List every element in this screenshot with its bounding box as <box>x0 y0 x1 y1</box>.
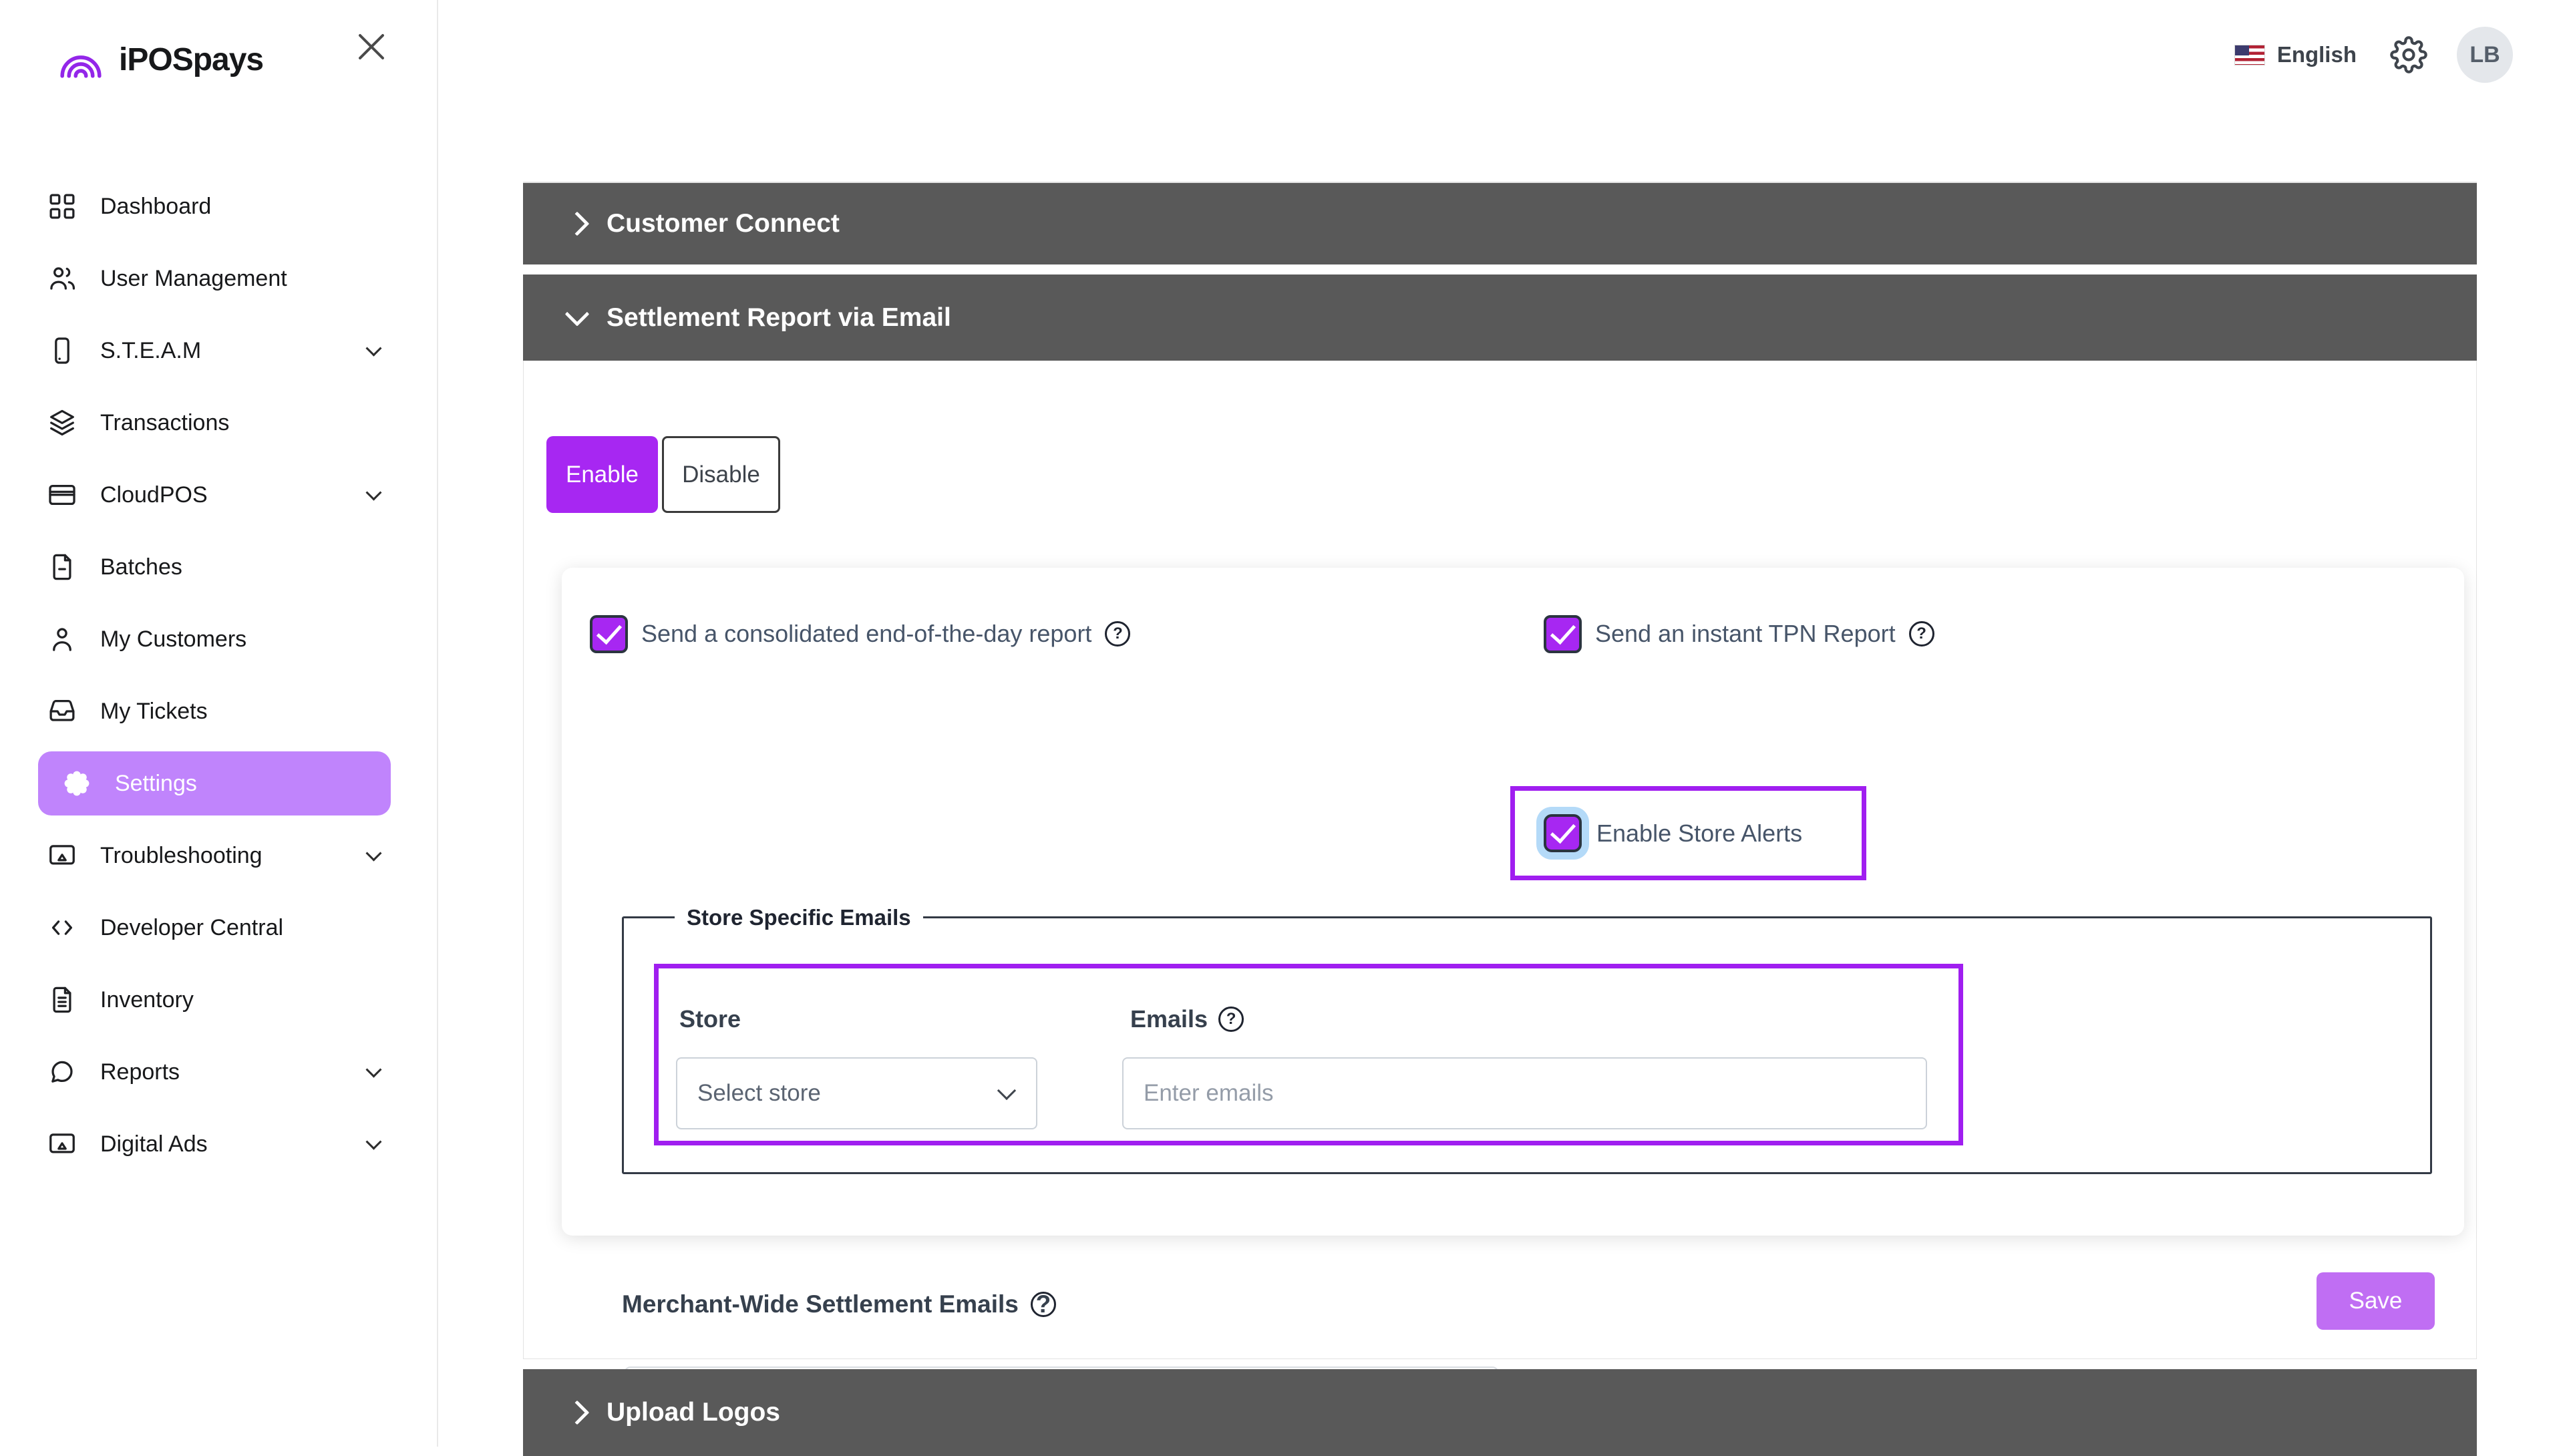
chevron-down-icon <box>365 1133 382 1150</box>
instant-tpn-option: Send an instant TPN Report ? <box>1544 614 1934 653</box>
phone-icon <box>47 335 77 366</box>
gear-icon[interactable] <box>2390 36 2427 73</box>
sidebar-item-batches[interactable]: Batches <box>0 531 438 603</box>
save-button[interactable]: Save <box>2317 1272 2435 1330</box>
settlement-card: Send a consolidated end-of-the-day repor… <box>562 568 2464 1443</box>
enable-store-alerts-highlight: Enable Store Alerts <box>1510 786 1866 880</box>
enable-button[interactable]: Enable <box>546 436 658 513</box>
help-icon[interactable]: ? <box>1218 1007 1244 1032</box>
user-icon <box>47 624 77 655</box>
chevron-right-icon <box>564 1400 590 1425</box>
screen-cast-icon <box>47 1129 77 1159</box>
help-icon[interactable]: ? <box>1030 1290 1056 1318</box>
sidebar-item-settings[interactable]: Settings <box>0 747 438 820</box>
accordion-settlement-report[interactable]: Settlement Report via Email <box>523 275 2477 361</box>
emails-label: Emails ? <box>1130 1005 1244 1033</box>
disable-button[interactable]: Disable <box>662 436 780 513</box>
sidebar-item-transactions[interactable]: Transactions <box>0 387 438 459</box>
instant-tpn-label: Send an instant TPN Report <box>1595 620 1896 647</box>
chevron-down-icon <box>365 484 382 501</box>
brand-name: iPOSpays <box>119 41 264 77</box>
language-selector[interactable]: English <box>2234 42 2357 67</box>
store-specific-emails-fieldset: Store Specific Emails Store Emails ? Sel… <box>622 905 2432 1174</box>
chevron-down-icon <box>564 301 590 327</box>
store-emails-input[interactable] <box>1122 1057 1927 1129</box>
select-store-dropdown[interactable]: Select store <box>676 1057 1037 1129</box>
sidebar-item-steam[interactable]: S.T.E.A.M <box>0 315 438 387</box>
topbar: English LB <box>2234 27 2513 83</box>
chevron-down-icon <box>365 340 382 357</box>
screen-cast-icon <box>47 840 77 871</box>
brand-logo[interactable]: iPOSpays <box>55 37 264 82</box>
store-specific-emails-legend: Store Specific Emails <box>675 905 923 930</box>
sidebar-item-my-tickets[interactable]: My Tickets <box>0 675 438 747</box>
sidebar-menu: Dashboard User Management S.T.E.A.M Tran… <box>0 170 438 1180</box>
sidebar-item-reports[interactable]: Reports <box>0 1036 438 1108</box>
sidebar-item-user-management[interactable]: User Management <box>0 242 438 315</box>
sidebar-item-digital-ads[interactable]: Digital Ads <box>0 1108 438 1180</box>
chevron-down-icon <box>365 845 382 862</box>
chevron-right-icon <box>564 211 590 236</box>
sidebar-item-dashboard[interactable]: Dashboard <box>0 170 438 242</box>
consolidated-report-checkbox[interactable] <box>590 614 628 653</box>
chevron-down-icon <box>365 1061 382 1078</box>
users-icon <box>47 263 77 294</box>
credit-card-icon <box>47 480 77 510</box>
merchant-wide-heading: Merchant-Wide Settlement Emails ? <box>622 1290 1056 1318</box>
enable-store-alerts-checkbox[interactable] <box>1544 814 1582 852</box>
code-icon <box>47 912 77 943</box>
store-row-highlight: Store Emails ? Select store <box>654 964 1963 1145</box>
accordion-customer-connect[interactable]: Customer Connect <box>523 182 2477 264</box>
sidebar-item-inventory[interactable]: Inventory <box>0 964 438 1036</box>
settlement-panel: Enable Disable Send a consolidated end-o… <box>523 361 2477 1443</box>
grid-icon <box>47 191 77 222</box>
enable-store-alerts-label: Enable Store Alerts <box>1596 819 1803 847</box>
flower-icon <box>61 768 92 799</box>
sidebar-item-my-customers[interactable]: My Customers <box>0 603 438 675</box>
file-icon <box>47 552 77 582</box>
inbox-icon <box>47 696 77 727</box>
layers-icon <box>47 407 77 438</box>
language-label: English <box>2276 42 2357 67</box>
rainbow-logo-icon <box>60 55 102 78</box>
chevron-down-icon <box>997 1081 1017 1101</box>
sidebar: iPOSpays Dashboard User Management S.T.E… <box>0 0 438 1447</box>
sidebar-item-cloudpos[interactable]: CloudPOS <box>0 459 438 531</box>
avatar[interactable]: LB <box>2457 27 2513 83</box>
consolidated-report-option: Send a consolidated end-of-the-day repor… <box>590 614 1131 653</box>
document-icon <box>47 984 77 1015</box>
accordion-upload-logos[interactable]: Upload Logos <box>523 1369 2477 1456</box>
chat-bubble-icon <box>47 1057 77 1087</box>
help-icon[interactable]: ? <box>1105 621 1131 647</box>
consolidated-report-label: Send a consolidated end-of-the-day repor… <box>641 620 1092 647</box>
us-flag-icon <box>2234 44 2265 65</box>
help-icon[interactable]: ? <box>1908 621 1934 647</box>
sidebar-item-developer-central[interactable]: Developer Central <box>0 892 438 964</box>
sidebar-item-troubleshooting[interactable]: Troubleshooting <box>0 820 438 892</box>
select-store-placeholder: Select store <box>697 1080 821 1106</box>
instant-tpn-checkbox[interactable] <box>1544 614 1582 653</box>
store-label: Store <box>679 1005 741 1033</box>
close-sidebar-icon[interactable] <box>353 28 390 65</box>
